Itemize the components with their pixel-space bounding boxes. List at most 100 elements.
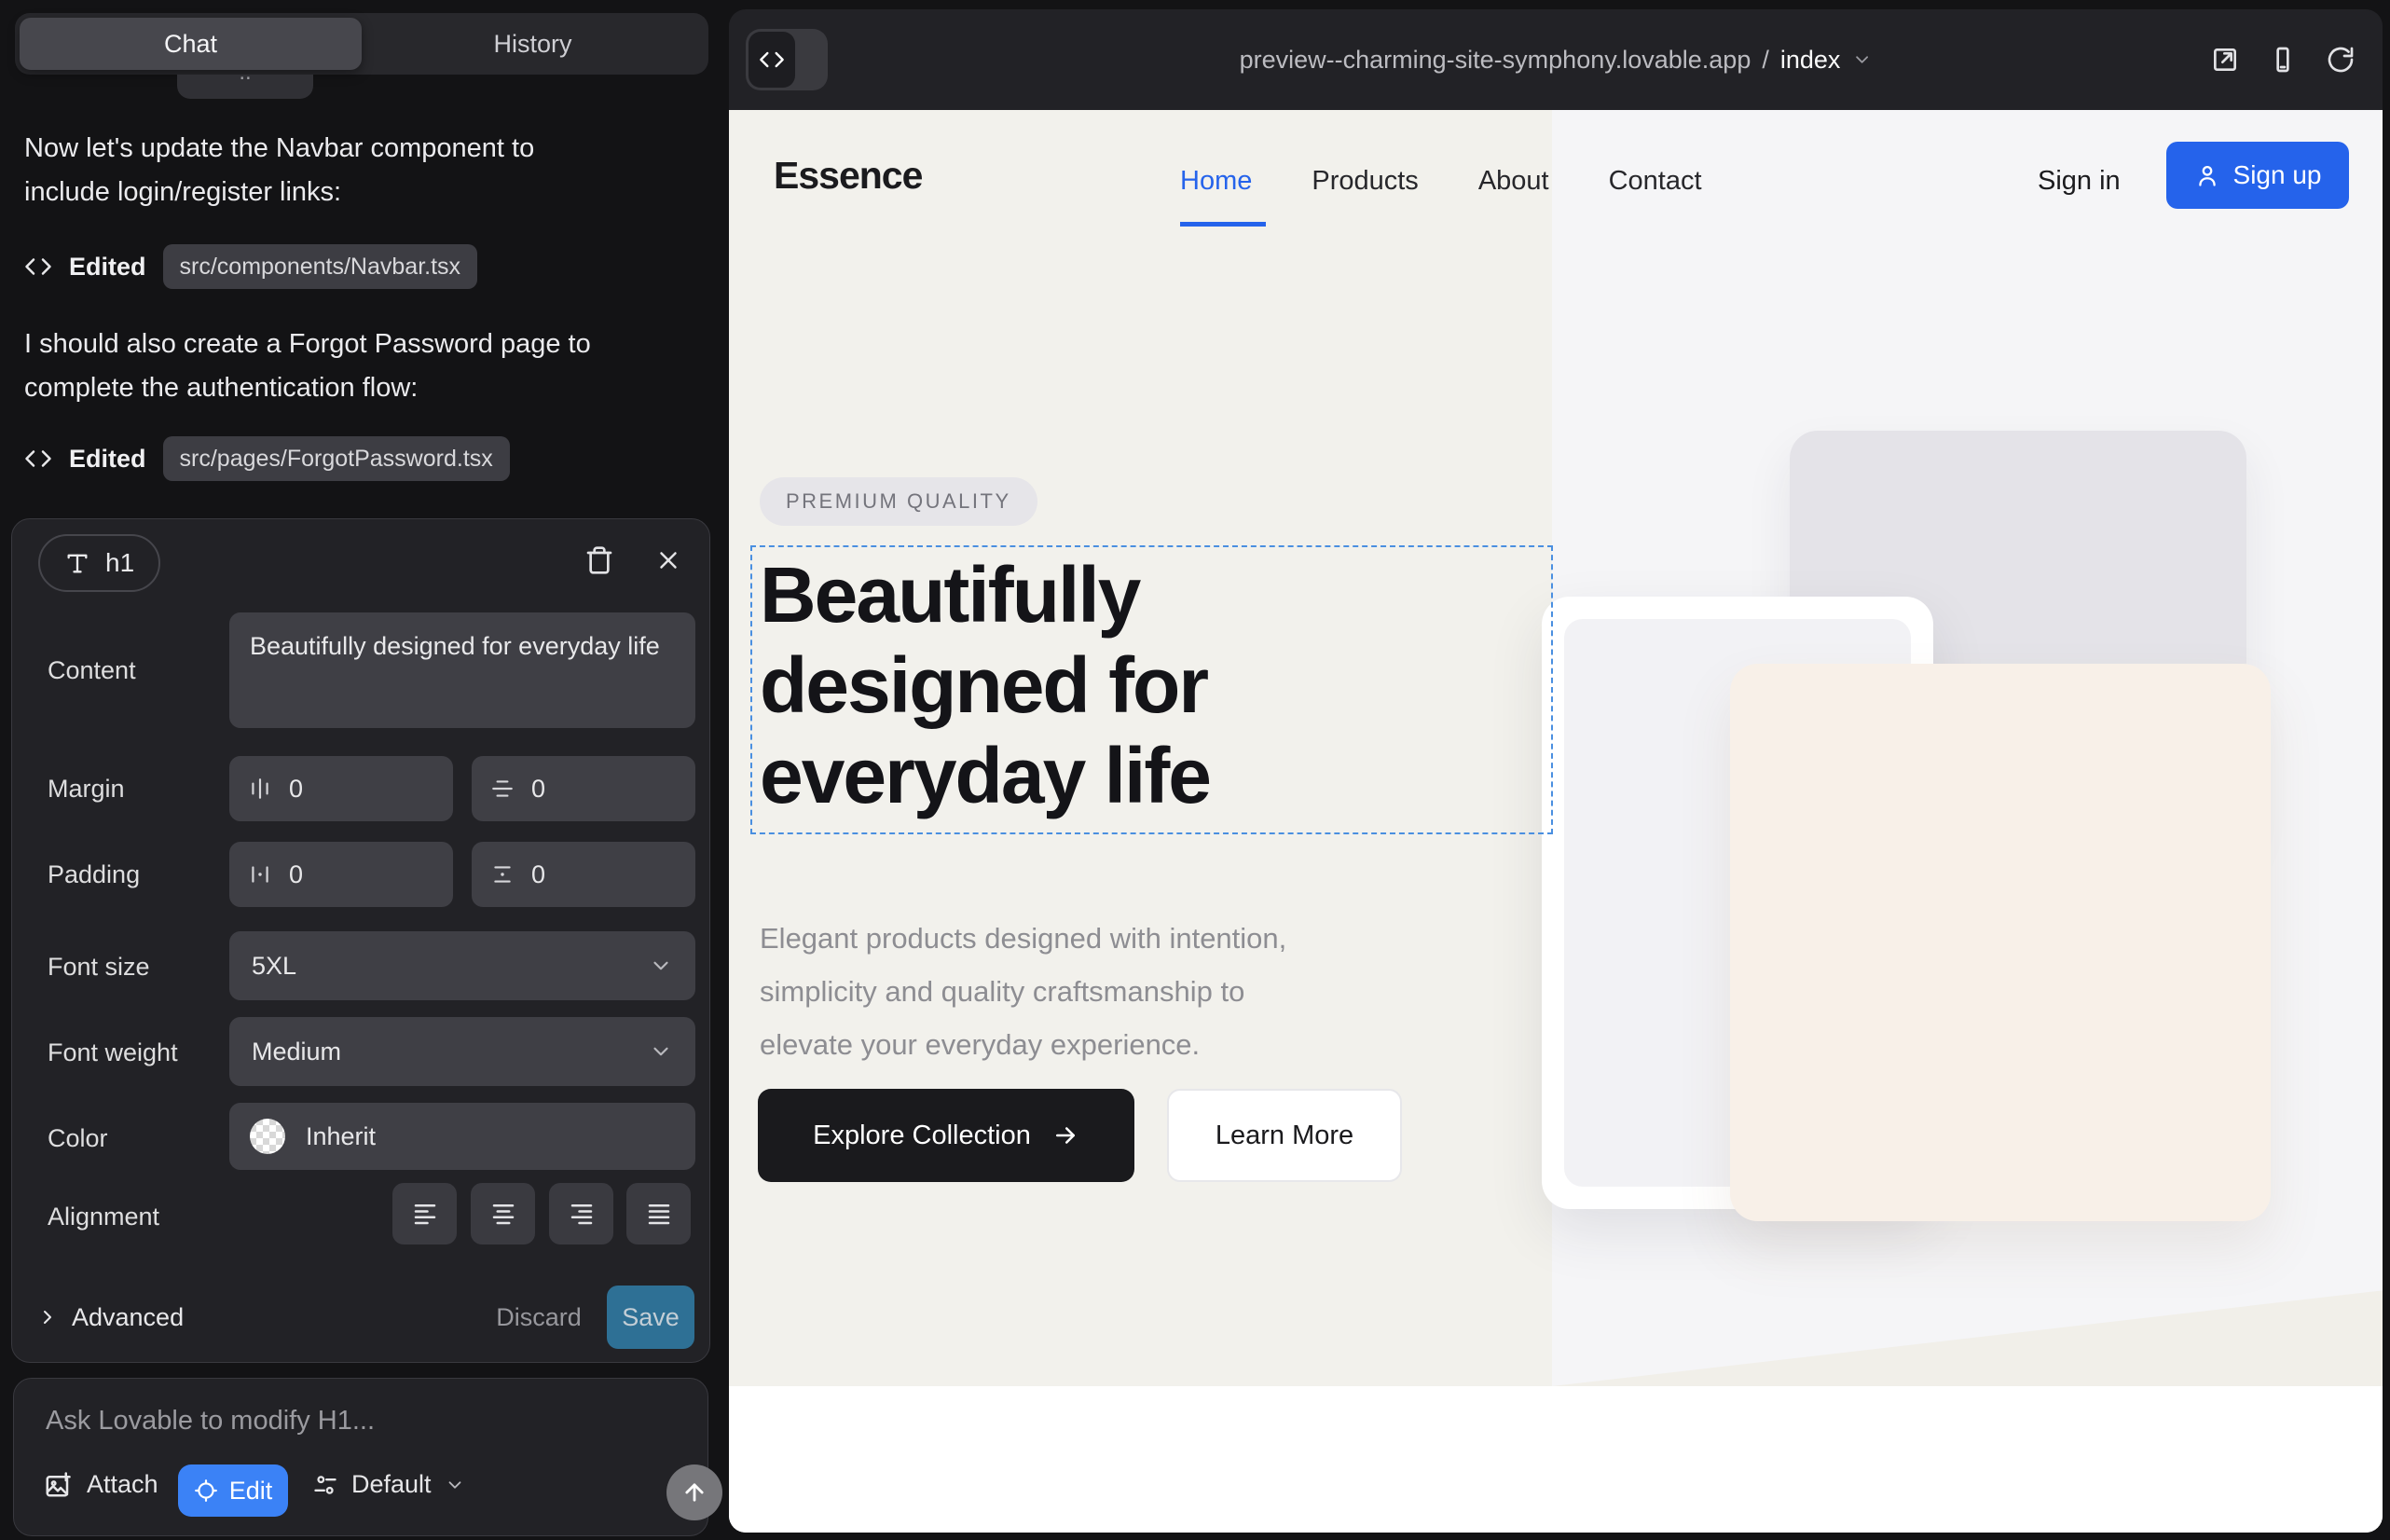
next-section-background	[729, 1386, 2383, 1533]
discard-button[interactable]: Discard	[478, 1287, 599, 1347]
margin-vertical-icon	[490, 777, 515, 801]
edit-label: Edit	[229, 1477, 273, 1506]
margin-horizontal-icon	[248, 777, 272, 801]
font-size-select[interactable]: 5XL	[229, 931, 695, 1000]
nav-link-about[interactable]: About	[1478, 166, 1549, 197]
chat-message-line: I should also create a Forgot Password p…	[24, 323, 692, 366]
send-button[interactable]	[666, 1464, 722, 1520]
edited-label: Edited	[69, 445, 146, 474]
margin-x-input[interactable]: 0	[229, 756, 453, 821]
edited-file-badge[interactable]: src/components/Navbar.tsx	[163, 244, 478, 289]
arrow-up-icon	[681, 1479, 707, 1506]
font-weight-select[interactable]: Medium	[229, 1017, 695, 1086]
edited-file-row: Edited src/pages/ForgotPassword.tsx	[24, 436, 510, 481]
padding-y-input[interactable]: 0	[472, 842, 695, 907]
clipped-badge: ..	[177, 75, 313, 99]
font-size-label: Font size	[48, 948, 150, 985]
arrow-right-icon	[1051, 1121, 1079, 1149]
mobile-view-icon[interactable]	[2267, 44, 2299, 76]
element-tag-label: h1	[105, 548, 134, 578]
advanced-toggle[interactable]: Advanced	[36, 1287, 184, 1347]
nav-link-home[interactable]: Home	[1180, 166, 1252, 197]
learn-more-button[interactable]: Learn More	[1167, 1089, 1402, 1182]
content-input[interactable]: Beautifully designed for everyday life	[229, 612, 695, 728]
padding-vertical-icon	[490, 862, 515, 887]
chevron-right-icon	[36, 1306, 59, 1328]
font-weight-label: Font weight	[48, 1034, 178, 1071]
align-right-button[interactable]	[549, 1183, 613, 1244]
lovable-app: Chat History .. Now let's update the Nav…	[0, 0, 2390, 1540]
font-size-value: 5XL	[252, 952, 296, 981]
open-external-icon[interactable]	[2209, 44, 2241, 76]
attach-button[interactable]: Attach	[44, 1470, 158, 1499]
code-view-button[interactable]	[749, 32, 795, 88]
preview-page: index	[1780, 46, 1841, 75]
chat-message: Now let's update the Navbar component to…	[24, 127, 692, 214]
edited-label: Edited	[69, 253, 146, 282]
sign-up-label: Sign up	[2233, 160, 2322, 190]
margin-x-value: 0	[289, 775, 303, 804]
default-label: Default	[351, 1470, 432, 1499]
chat-message-line: include login/register links:	[24, 171, 692, 214]
align-center-button[interactable]	[471, 1183, 535, 1244]
preview-header-actions	[2209, 9, 2356, 110]
margin-y-value: 0	[531, 775, 545, 804]
sign-up-button[interactable]: Sign up	[2166, 142, 2349, 209]
alignment-label: Alignment	[48, 1198, 159, 1235]
color-swatch	[250, 1119, 285, 1154]
code-icon	[24, 253, 52, 281]
chat-message-line: Now let's update the Navbar component to	[24, 127, 692, 171]
chevron-down-icon	[1851, 49, 1872, 70]
attach-label: Attach	[87, 1470, 158, 1499]
premium-quality-badge: PREMIUM QUALITY	[760, 477, 1037, 526]
prompt-input[interactable]	[44, 1405, 663, 1437]
explore-collection-button[interactable]: Explore Collection	[758, 1089, 1134, 1182]
refresh-icon[interactable]	[2325, 44, 2356, 76]
hero-description-line: elevate your everyday experience.	[760, 1018, 1286, 1071]
hero-description-line: Elegant products designed with intention…	[760, 912, 1286, 965]
close-editor-button[interactable]	[648, 540, 689, 581]
hero-description-line: simplicity and quality craftsmanship to	[760, 965, 1286, 1018]
chat-message: I should also create a Forgot Password p…	[24, 323, 692, 410]
sign-in-link[interactable]: Sign in	[2038, 162, 2121, 199]
delete-element-button[interactable]	[579, 540, 620, 581]
model-default-button[interactable]: Default	[312, 1470, 465, 1499]
edited-file-badge[interactable]: src/pages/ForgotPassword.tsx	[163, 436, 510, 481]
hero-description: Elegant products designed with intention…	[760, 912, 1286, 1071]
clipped-badge-dots: ..	[177, 75, 313, 86]
padding-horizontal-icon	[248, 862, 272, 887]
save-button[interactable]: Save	[607, 1286, 694, 1349]
nav-link-products[interactable]: Products	[1312, 166, 1418, 197]
site-logo[interactable]: Essence	[774, 154, 922, 198]
nav-link-contact[interactable]: Contact	[1609, 166, 1702, 197]
sliders-icon	[312, 1472, 338, 1498]
chevron-down-icon	[445, 1475, 465, 1495]
prompt-box: Attach Edit Default	[13, 1378, 708, 1536]
margin-label: Margin	[48, 770, 125, 807]
preview-pane: preview--charming-site-symphony.lovable.…	[729, 9, 2383, 1533]
align-left-button[interactable]	[392, 1183, 457, 1244]
active-nav-underline	[1180, 222, 1266, 227]
padding-x-input[interactable]: 0	[229, 842, 453, 907]
chat-history-tabs: Chat History	[15, 13, 708, 75]
edit-mode-button[interactable]: Edit	[178, 1464, 288, 1517]
code-icon	[24, 445, 52, 473]
decorative-card-cream	[1730, 664, 2271, 1221]
tab-history[interactable]: History	[362, 18, 704, 70]
tab-chat[interactable]: Chat	[20, 18, 362, 70]
type-icon	[64, 550, 90, 576]
element-tag-pill[interactable]: h1	[38, 534, 160, 592]
user-icon	[2194, 162, 2220, 188]
preview-url-bar[interactable]: preview--charming-site-symphony.lovable.…	[1240, 9, 1873, 110]
edited-file-row: Edited src/components/Navbar.tsx	[24, 244, 477, 289]
color-picker-field[interactable]: Inherit	[229, 1103, 695, 1170]
url-separator: /	[1762, 46, 1769, 75]
content-label: Content	[48, 652, 136, 689]
site-viewport: Essence Home Products About Contact Sign…	[729, 110, 2383, 1533]
advanced-label: Advanced	[72, 1303, 184, 1332]
padding-label: Padding	[48, 856, 140, 893]
margin-y-input[interactable]: 0	[472, 756, 695, 821]
align-justify-button[interactable]	[626, 1183, 691, 1244]
target-icon	[194, 1478, 218, 1503]
padding-y-value: 0	[531, 860, 545, 889]
